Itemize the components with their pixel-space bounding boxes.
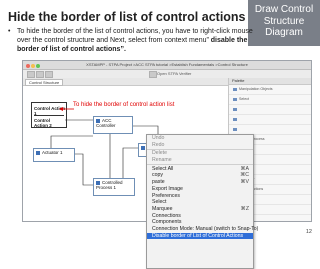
zoom-window-icon[interactable] <box>36 64 40 68</box>
bullet-text: To hide the border of the list of contro… <box>17 28 266 54</box>
controlled-process-block[interactable]: Controlled Process 1 <box>93 178 135 196</box>
menu-item-label: Connection Mode: Manual (switch to Snap-… <box>152 225 259 232</box>
menu-item-label: copy <box>152 172 163 179</box>
menu-item-shortcut: ⌘V <box>240 179 249 186</box>
page-number: 12 <box>305 229 312 235</box>
menu-item[interactable]: Disable border of List of Control Action… <box>147 232 253 240</box>
context-menu: Undo Redo Delete Rename Select All ⌘A copy ⌘C pa… <box>146 134 258 269</box>
menu-item[interactable]: Undo <box>147 135 253 142</box>
menu-item-shortcut: ⌘C <box>240 172 249 179</box>
menu-item[interactable]: Marquee ⌘Z <box>147 206 253 213</box>
slide-title: Hide the border of list of control actio… <box>8 10 246 24</box>
menu-item-label: Undo <box>152 135 165 141</box>
palette-item[interactable] <box>229 105 311 115</box>
actuator-block[interactable]: Actuator 1 <box>33 148 75 162</box>
menu-item-label: Components <box>152 219 182 226</box>
menu-item[interactable]: Select <box>147 199 253 206</box>
window-titlebar: XSTAMPP - STPA Project >ACC STPA tutoria… <box>23 61 311 70</box>
menu-item[interactable]: Redo <box>147 142 253 149</box>
bullet-dot: • <box>8 28 11 35</box>
menu-item-label: Connections <box>152 212 181 219</box>
bullet-list: • To hide the border of the list of cont… <box>8 28 266 54</box>
menu-item-label: Export Image <box>152 185 183 192</box>
menu-item[interactable]: Connection Mode: Manual (switch to Snap-… <box>147 226 258 233</box>
actuator-icon <box>36 150 40 155</box>
menu-item-label: Rename <box>152 157 172 164</box>
palette-item-icon <box>233 97 237 101</box>
acc-controller-block[interactable]: ACC Controller <box>93 116 133 134</box>
menu-item[interactable]: Delete <box>147 150 253 157</box>
verifier-button[interactable]: Open STPA Verifier <box>157 71 191 76</box>
actuator-label: Actuator 1 <box>42 150 63 155</box>
verifier-icon[interactable] <box>149 71 157 78</box>
close-window-icon[interactable] <box>26 64 30 68</box>
menu-item-shortcut: ⌘A <box>240 165 249 172</box>
palette-item[interactable] <box>229 115 311 125</box>
menu-item-label: Preferences <box>152 192 180 199</box>
palette-item[interactable]: Manipulation Objects <box>229 85 311 95</box>
menu-item[interactable]: Components <box>147 219 253 226</box>
palette-item-label: Manipulation Objects <box>239 87 273 91</box>
menu-item-shortcut: ⌘Z <box>240 205 249 212</box>
menu-item[interactable]: copy ⌘C <box>147 172 253 179</box>
palette-item[interactable]: Select <box>229 95 311 105</box>
palette-item-icon <box>233 107 237 111</box>
menu-item[interactable]: Connections <box>147 213 253 220</box>
palette-item-label: Select <box>239 97 249 101</box>
menu-item[interactable]: paste ⌘V <box>147 179 253 186</box>
menu-item-label: Delete <box>152 150 167 157</box>
menu-item[interactable]: Export Image <box>147 186 253 193</box>
new-file-icon[interactable] <box>27 71 35 78</box>
palette-item-icon <box>233 87 237 91</box>
menu-item[interactable]: Rename <box>147 157 253 164</box>
menu-item-label: Select <box>152 199 167 206</box>
sensor-icon <box>141 145 145 150</box>
window-title: XSTAMPP - STPA Project >ACC STPA tutoria… <box>86 62 248 67</box>
menu-item-label: paste <box>152 179 165 186</box>
palette-header: Palette <box>229 78 311 85</box>
palette-item-icon <box>233 127 237 131</box>
palette-item-icon <box>233 117 237 121</box>
menu-item-label: Marquee <box>152 205 173 212</box>
save-icon[interactable] <box>36 71 44 78</box>
menu-item-label: Select All <box>152 165 174 172</box>
minimize-window-icon[interactable] <box>31 64 35 68</box>
menu-item-label: Disable border of List of Control Action… <box>152 232 244 239</box>
menu-item-label: Redo <box>152 141 165 148</box>
print-icon[interactable] <box>45 71 53 78</box>
menu-item[interactable]: Select All ⌘A <box>147 166 253 173</box>
menu-item[interactable]: Preferences <box>147 193 253 200</box>
